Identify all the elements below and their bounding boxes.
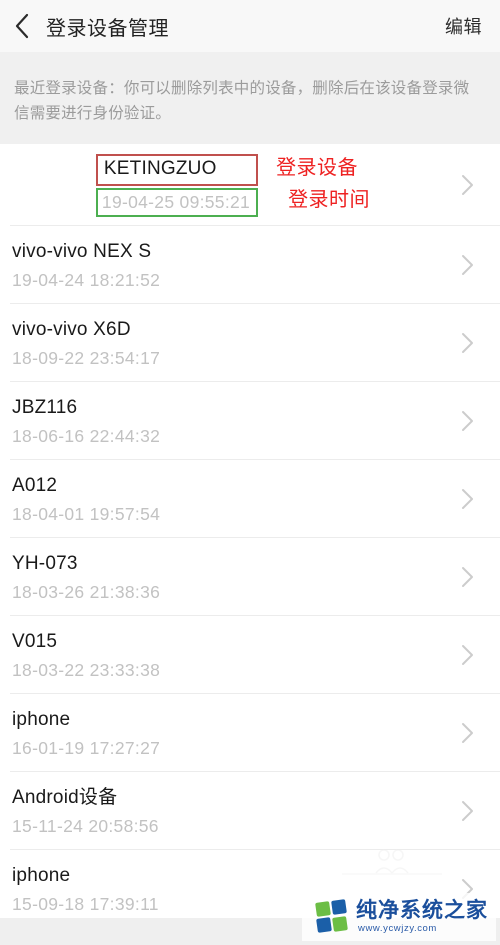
- table-row[interactable]: vivo-vivo NEX S 19-04-24 18:21:52: [0, 226, 500, 304]
- device-name: YH-073: [12, 552, 78, 574]
- device-name: Android设备: [12, 786, 118, 808]
- chevron-right-icon[interactable]: [454, 796, 480, 826]
- table-row[interactable]: vivo-vivo X6D 18-09-22 23:54:17: [0, 304, 500, 382]
- device-login-time: 18-03-26 21:38:36: [12, 581, 161, 602]
- row-content: JBZ116 18-06-16 22:44:32: [12, 396, 454, 447]
- chevron-right-icon[interactable]: [454, 718, 480, 748]
- device-login-time: 15-09-18 17:39:11: [12, 893, 159, 914]
- table-row[interactable]: A012 18-04-01 19:57:54: [0, 460, 500, 538]
- chevron-right-icon[interactable]: [454, 640, 480, 670]
- row-content: iphone 16-01-19 17:27:27: [12, 708, 454, 759]
- description-block: 最近登录设备：你可以删除列表中的设备，删除后在该设备登录微信需要进行身份验证。: [0, 52, 500, 144]
- chevron-right-icon[interactable]: [454, 484, 480, 514]
- description-text: 最近登录设备：你可以删除列表中的设备，删除后在该设备登录微信需要进行身份验证。: [14, 80, 470, 122]
- annotation-time-label: 登录时间: [288, 188, 371, 211]
- device-name: vivo-vivo X6D: [12, 318, 131, 340]
- row-content: YH-073 18-03-26 21:38:36: [12, 552, 454, 603]
- edit-button[interactable]: 编辑: [445, 13, 482, 39]
- chevron-right-icon[interactable]: [454, 562, 480, 592]
- device-name: A012: [12, 474, 58, 496]
- row-content: vivo-vivo NEX S 19-04-24 18:21:52: [12, 240, 454, 291]
- table-row[interactable]: YH-073 18-03-26 21:38:36: [0, 538, 500, 616]
- device-name: vivo-vivo NEX S: [12, 240, 152, 262]
- device-login-time: 18-06-16 22:44:32: [12, 425, 161, 446]
- device-name: iphone: [12, 708, 71, 730]
- table-row[interactable]: iphone 15-09-18 17:39:11: [0, 850, 500, 928]
- device-login-time: 16-01-19 17:27:27: [12, 737, 161, 758]
- chevron-right-icon[interactable]: [454, 328, 480, 358]
- nav-bar: 登录设备管理 编辑: [0, 0, 500, 52]
- back-button[interactable]: [14, 11, 40, 41]
- device-login-time: 15-11-24 20:58:56: [12, 815, 159, 836]
- chevron-right-icon[interactable]: [454, 250, 480, 280]
- device-name: V015: [12, 630, 58, 652]
- device-login-time: 19-04-24 18:21:52: [12, 269, 161, 290]
- table-row[interactable]: Android设备 15-11-24 20:58:56: [0, 772, 500, 850]
- row-values: KETINGZUO 19-04-25 09:55:21: [95, 153, 259, 217]
- table-row[interactable]: JBZ116 18-06-16 22:44:32: [0, 382, 500, 460]
- row-content: vivo-vivo X6D 18-09-22 23:54:17: [12, 318, 454, 369]
- table-row[interactable]: iphone 16-01-19 17:27:27: [0, 694, 500, 772]
- row-content: Android设备 15-11-24 20:58:56: [12, 786, 454, 837]
- device-login-time: 18-03-22 23:33:38: [12, 659, 161, 680]
- annotation-device-label: 登录设备: [276, 156, 359, 179]
- device-name: KETINGZUO: [95, 153, 259, 186]
- row-content: V015 18-03-22 23:33:38: [12, 630, 454, 681]
- table-row[interactable]: V015 18-03-22 23:33:38: [0, 616, 500, 694]
- table-row[interactable]: KETINGZUO 19-04-25 09:55:21 登录设备 登录时间: [0, 144, 500, 226]
- device-name: iphone: [12, 864, 71, 886]
- device-list: KETINGZUO 19-04-25 09:55:21 登录设备 登录时间 vi…: [0, 144, 500, 928]
- device-name: JBZ116: [12, 396, 78, 418]
- device-login-time: 18-04-01 19:57:54: [12, 503, 161, 524]
- row-content: iphone 15-09-18 17:39:11: [12, 864, 454, 915]
- row-content: KETINGZUO 19-04-25 09:55:21 登录设备 登录时间: [12, 153, 454, 217]
- chevron-right-icon[interactable]: [454, 406, 480, 436]
- device-login-time: 18-09-22 23:54:17: [12, 347, 161, 368]
- chevron-right-icon[interactable]: [454, 874, 480, 904]
- annotation-labels: 登录设备 登录时间: [276, 154, 370, 214]
- row-content: A012 18-04-01 19:57:54: [12, 474, 454, 525]
- bottom-bar: [0, 918, 500, 945]
- device-login-time: 19-04-25 09:55:21: [95, 187, 259, 217]
- chevron-left-icon: [14, 13, 30, 39]
- page-title: 登录设备管理: [46, 17, 169, 40]
- chevron-right-icon[interactable]: [454, 170, 480, 200]
